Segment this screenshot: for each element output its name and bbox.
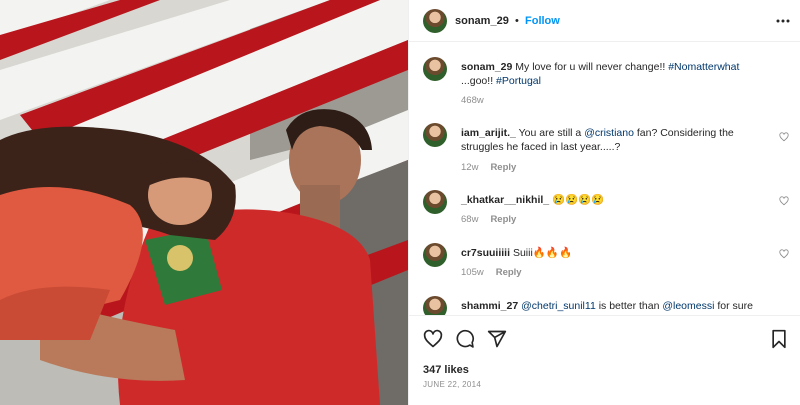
comment-text: cr7suuiiiii Suiii🔥🔥🔥 [461, 246, 761, 260]
commenter-avatar[interactable] [423, 123, 447, 147]
share-icon[interactable] [487, 329, 507, 349]
instagram-post: sonam_29 • Follow sonam_29 My love for u… [0, 0, 800, 405]
more-options-icon[interactable] [775, 14, 791, 28]
commenter-username[interactable]: shammi_27 [461, 300, 518, 312]
comment-text: shammi_27 @chetri_sunil11 is better than… [461, 299, 761, 313]
comment-meta: 12w Reply [461, 162, 516, 173]
post-date: JUNE 22, 2014 [423, 380, 482, 389]
mention-chetri-sunil11[interactable]: @chetri_sunil11 [521, 300, 596, 312]
comment-text: _khatkar__nikhil_ 😢😢😢😢 [461, 193, 761, 207]
comment-emoji: 😢😢😢😢 [552, 194, 605, 206]
post-image [0, 0, 408, 405]
comment-body: You are still a [518, 127, 582, 139]
author-username[interactable]: sonam_29 [455, 15, 509, 27]
author-avatar[interactable] [423, 9, 447, 33]
comment-like-icon[interactable] [779, 196, 789, 206]
caption-age: 468w [461, 95, 484, 106]
like-count[interactable]: 347 likes [423, 364, 469, 376]
reply-button[interactable]: Reply [490, 162, 516, 173]
comment-meta: 68w Reply [461, 214, 516, 225]
caption-body: My love for u will never change!! [515, 61, 666, 73]
reply-button[interactable]: Reply [496, 267, 522, 278]
reply-button[interactable]: Reply [490, 214, 516, 225]
comment-text: iam_arijit._ You are still a @cristiano … [461, 126, 761, 154]
bookmark-icon[interactable] [769, 329, 789, 349]
mention-cristiano[interactable]: @cristiano [584, 127, 634, 139]
comment-meta: 105w Reply [461, 267, 522, 278]
comment-icon[interactable] [455, 329, 475, 349]
caption-username[interactable]: sonam_29 [461, 61, 512, 73]
heart-icon[interactable] [423, 329, 443, 349]
commenter-username[interactable]: cr7suuiiiii [461, 247, 510, 259]
commenter-username[interactable]: iam_arijit._ [461, 127, 516, 139]
mention-leomessi[interactable]: @leomessi [662, 300, 714, 312]
comment-like-icon[interactable] [779, 249, 789, 259]
commenter-avatar[interactable] [423, 243, 447, 267]
comment-like-icon[interactable] [779, 132, 789, 142]
commenter-username[interactable]: _khatkar__nikhil_ [461, 194, 549, 206]
commenter-avatar[interactable] [423, 296, 447, 315]
caption-tail: ...goo!! [461, 75, 494, 87]
comment-age: 105w [461, 267, 484, 278]
comment-age: 12w [461, 162, 479, 173]
comment-emoji: 🔥🔥🔥 [532, 247, 573, 259]
comment-body: Suiii [512, 247, 533, 259]
comment-thread[interactable]: sonam_29 My love for u will never change… [409, 43, 800, 315]
hashtag-portugal[interactable]: #Portugal [496, 75, 541, 87]
post-header: sonam_29 • Follow [409, 0, 800, 42]
header-separator: • [515, 15, 519, 27]
hashtag-nomatterwhat[interactable]: #Nomatterwhat [668, 61, 739, 73]
comment-body: for sure [717, 300, 753, 312]
post-photo[interactable] [0, 0, 408, 405]
commenter-avatar[interactable] [423, 190, 447, 214]
comment-body: is better than [598, 300, 660, 312]
post-side-panel: sonam_29 • Follow sonam_29 My love for u… [408, 0, 800, 405]
caption-text: sonam_29 My love for u will never change… [461, 60, 761, 88]
comment-age: 68w [461, 214, 479, 225]
follow-button[interactable]: Follow [525, 15, 560, 27]
caption-avatar[interactable] [423, 57, 447, 81]
action-bar: 347 likes JUNE 22, 2014 [409, 315, 800, 405]
